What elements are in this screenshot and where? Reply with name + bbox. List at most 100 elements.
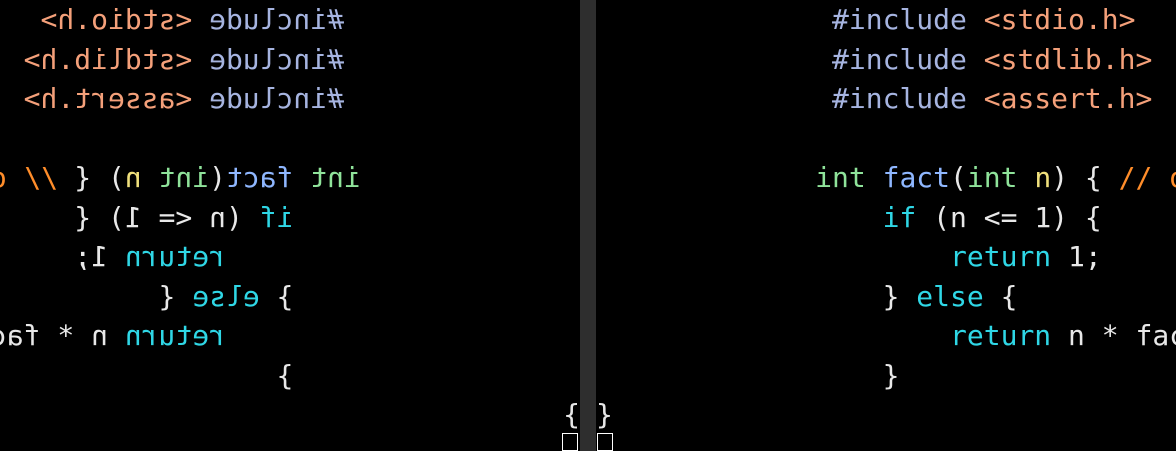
code-token: 1 xyxy=(1034,200,1052,234)
editor-pane[interactable]: #include <stdio.h> #include <stdlib.h> #… xyxy=(588,0,1176,451)
code-token: if xyxy=(882,200,917,234)
mirrored-indent xyxy=(293,201,580,234)
mirrored-code-token: return xyxy=(124,319,226,352)
code-token: ) { xyxy=(1051,161,1119,194)
code-line: int fact(int n) { // ok xyxy=(596,158,1176,198)
mirrored-code-line: #include <stdio.h> xyxy=(0,0,580,40)
mirrored-cursor xyxy=(562,433,578,451)
mirrored-code-line: #include <assert.h> xyxy=(0,79,580,119)
mirrored-code-token: n xyxy=(124,161,142,194)
code-token: return xyxy=(950,319,1052,352)
mirrored-code-token: fact xyxy=(225,161,294,194)
mirrored-indent xyxy=(361,161,580,194)
mirrored-code-token: } xyxy=(563,398,580,431)
mirrored-code-token: (n <= xyxy=(141,200,260,234)
code-token: else xyxy=(916,279,984,313)
code-token: fact xyxy=(882,161,951,194)
code-token: n xyxy=(1034,161,1052,194)
mirrored-code-token xyxy=(192,82,209,115)
mirrored-indent xyxy=(226,240,580,273)
mirrored-code-token: 1 xyxy=(91,240,108,273)
mirrored-code-line: return 1; xyxy=(0,237,580,277)
mirrored-code-line: if (n <= 1) { xyxy=(0,198,580,238)
text-cursor xyxy=(597,433,613,451)
mirrored-indent xyxy=(293,359,580,392)
code-token: 1 xyxy=(1068,240,1085,273)
mirrored-code-token: ) { xyxy=(74,200,125,234)
mirrored-indent xyxy=(344,3,580,36)
mirrored-indent xyxy=(226,319,580,352)
mirrored-code-token: #include xyxy=(209,42,344,76)
mirrored-code-line: #include <stdlib.h> xyxy=(0,40,580,80)
code-token: n * fact(n- xyxy=(1068,319,1176,352)
code-line: return n * fact(n-1); xyxy=(596,316,1176,356)
mirrored-code-line: int fact(int n) { // ok xyxy=(0,158,580,198)
code-token: <stdlib.h> xyxy=(983,42,1153,76)
code-token: } xyxy=(596,398,613,431)
code-token: // ok xyxy=(1118,161,1176,194)
code-block: #include <stdio.h> #include <stdlib.h> #… xyxy=(596,0,1176,435)
code-token: (n <= xyxy=(916,200,1035,234)
mirrored-indent xyxy=(293,280,580,313)
mirrored-code-token: n * fact(n- xyxy=(0,319,108,352)
code-line: } xyxy=(596,395,1176,435)
mirrored-code-token: ( xyxy=(209,161,226,194)
mirrored-code-line xyxy=(0,119,580,159)
mirrored-code-token xyxy=(293,161,310,194)
mirrored-code-view: #include <stdio.h> #include <stdlib.h> #… xyxy=(0,0,588,451)
code-line: } xyxy=(596,356,1176,396)
mirrored-code-line: } xyxy=(0,356,580,396)
mirrored-code-token: { xyxy=(158,279,193,313)
mirrored-code-token: } xyxy=(259,279,294,313)
code-token: ) { xyxy=(1051,200,1102,234)
mirrored-code-token: ; xyxy=(74,240,92,273)
mirrored-code-token: <stdio.h> xyxy=(40,3,193,36)
mirrored-code-token: int xyxy=(158,161,210,194)
mirrored-indent xyxy=(344,43,580,76)
mirrored-code-token: <stdlib.h> xyxy=(23,42,193,76)
mirrored-code-token: return xyxy=(124,240,226,273)
mirrored-indent xyxy=(344,82,580,115)
code-token: #include xyxy=(832,82,967,115)
mirrored-code-token: } xyxy=(276,358,294,392)
code-token: #include xyxy=(832,3,967,36)
mirrored-code-token: ) { xyxy=(57,161,125,194)
code-token: <stdio.h> xyxy=(983,3,1136,36)
mirrored-code-line: } xyxy=(0,395,580,435)
mirrored-code-line: } else { xyxy=(0,277,580,317)
code-line: if (n <= 1) { xyxy=(596,198,1176,238)
mirrored-code-token xyxy=(192,43,209,76)
mirrored-code-token: <assert.h> xyxy=(23,82,193,115)
mirrored-code-token: else xyxy=(192,279,260,313)
code-token: return xyxy=(950,240,1052,273)
mirrored-code-token: int xyxy=(310,161,361,194)
mirrored-code-token xyxy=(142,161,159,194)
code-token: <assert.h> xyxy=(983,82,1153,115)
mirrored-code-token: if xyxy=(259,200,294,234)
code-token: { xyxy=(983,279,1018,313)
mirrored-code-token: #include xyxy=(209,82,344,115)
code-line: } else { xyxy=(596,277,1176,317)
mirrored-code-token: 1 xyxy=(124,200,142,234)
code-token: ( xyxy=(950,161,967,194)
code-token: #include xyxy=(832,42,967,76)
mirrored-editor-pane[interactable]: #include <stdio.h> #include <stdlib.h> #… xyxy=(0,0,588,451)
code-token: int xyxy=(966,161,1018,194)
code-line: #include <stdio.h> xyxy=(596,0,1176,40)
code-token: } xyxy=(882,279,917,313)
